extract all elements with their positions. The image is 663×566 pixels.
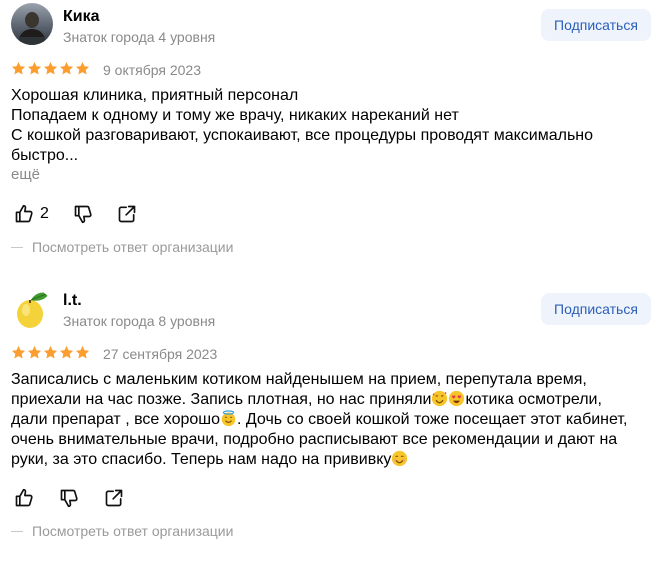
share-icon — [105, 489, 123, 507]
author-level: Знаток города 8 уровня — [63, 313, 216, 329]
heart-eyes-icon — [449, 390, 465, 407]
author-name[interactable]: l.t. — [63, 291, 82, 311]
author-name[interactable]: Кика — [63, 7, 100, 27]
star-icon — [59, 61, 74, 75]
review-text-line: приехали на час позже. Запись плотная, н… — [11, 390, 631, 410]
rating-stars — [11, 61, 90, 77]
share-button[interactable] — [117, 203, 137, 225]
smiling-face-icon — [392, 450, 408, 467]
author-level: Знаток города 4 уровня — [63, 29, 216, 45]
review-text-fragment: приехали на час позже. Запись плотная, н… — [11, 391, 432, 408]
divider — [11, 246, 23, 248]
dislike-button[interactable] — [73, 203, 93, 225]
thumbs-up-icon — [15, 488, 33, 507]
share-button[interactable] — [104, 487, 124, 509]
review-text-line: Записались с маленьким котиком найденыше… — [11, 371, 587, 388]
review-text-line: быстро... — [11, 147, 79, 164]
like-button[interactable] — [14, 487, 34, 509]
subscribe-button[interactable]: Подписаться — [541, 293, 651, 325]
divider — [11, 530, 23, 532]
thumbs-down-icon — [60, 489, 78, 508]
review-text: Записались с маленьким котиком найденыше… — [11, 370, 631, 470]
star-icon — [59, 345, 74, 359]
rating-stars — [11, 345, 90, 361]
dislike-button[interactable] — [59, 487, 79, 509]
share-icon — [118, 205, 136, 223]
org-reply-label: Посмотреть ответ организации — [32, 239, 234, 255]
star-icon — [11, 61, 26, 75]
review-text-line: очень внимательные врачи, подробно распи… — [11, 431, 618, 448]
review-text-line: С кошкой разговаривают, успокаивают, все… — [11, 127, 594, 144]
review-text-line: руки, за это спасибо. Теперь нам надо на… — [11, 450, 631, 470]
lemon-icon — [17, 292, 49, 328]
smiling-face-with-hearts-icon — [432, 390, 448, 407]
review-text-fragment: . Дочь со своей кошкой тоже посещает это… — [237, 411, 628, 428]
org-reply-link[interactable]: Посмотреть ответ организации — [11, 522, 233, 540]
thumbs-up-icon — [15, 204, 33, 223]
star-icon — [27, 61, 42, 75]
review-text-fragment: руки, за это спасибо. Теперь нам надо на… — [11, 451, 392, 468]
like-count: 2 — [40, 205, 49, 222]
review-date: 9 октября 2023 — [103, 62, 201, 78]
more-link[interactable]: ещё — [11, 166, 40, 184]
thumbs-down-icon — [74, 205, 92, 224]
author-avatar[interactable] — [11, 289, 53, 331]
subscribe-button[interactable]: Подписаться — [541, 9, 651, 41]
like-button[interactable]: 2 — [14, 203, 49, 225]
review-text-fragment: котика осмотрели, — [465, 391, 602, 408]
org-reply-label: Посмотреть ответ организации — [32, 523, 234, 539]
star-icon — [75, 345, 90, 359]
author-avatar[interactable] — [11, 3, 53, 45]
review-date: 27 сентября 2023 — [103, 346, 218, 362]
review-text-fragment: дали препарат , все хорошо — [11, 411, 220, 428]
star-icon — [11, 345, 26, 359]
star-icon — [75, 61, 90, 75]
star-icon — [43, 61, 58, 75]
org-reply-link[interactable]: Посмотреть ответ организации — [11, 238, 233, 256]
review-text-line: Попадаем к одному и тому же врачу, никак… — [11, 107, 459, 124]
review-text-line: Хорошая клиника, приятный персонал — [11, 87, 299, 104]
star-icon — [27, 345, 42, 359]
review-text: Хорошая клиника, приятный персонал Попад… — [11, 86, 631, 166]
star-icon — [43, 345, 58, 359]
smiling-face-with-halo-icon — [221, 410, 236, 427]
review-text-line: дали препарат , все хорошо . Дочь со свое… — [11, 410, 631, 430]
